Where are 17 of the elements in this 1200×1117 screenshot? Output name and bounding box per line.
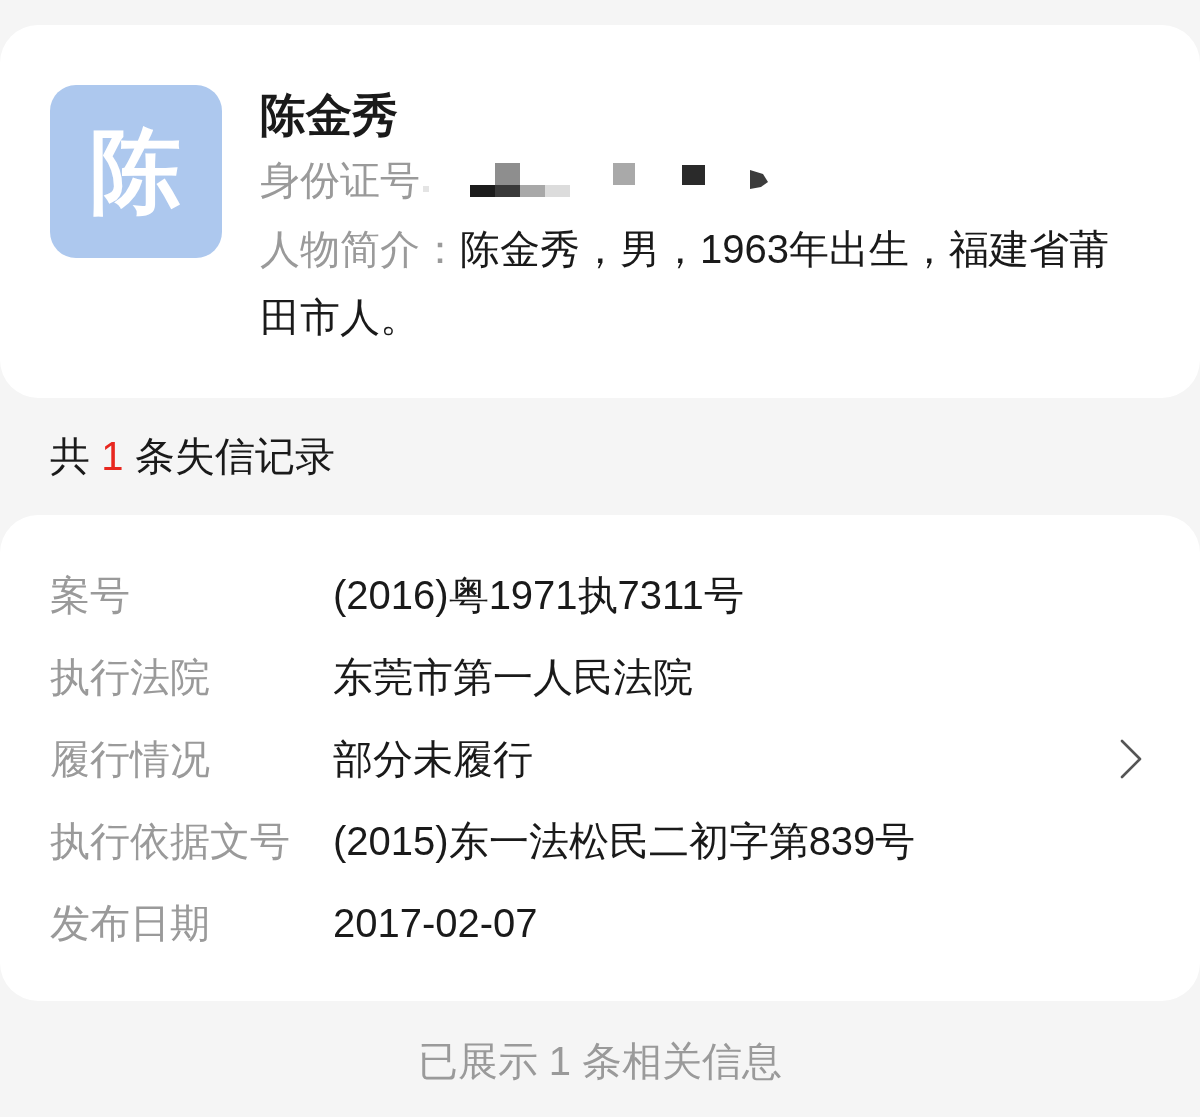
field-label: 执行依据文号	[50, 817, 291, 865]
shown-count-text: 已展示 1 条相关信息	[417, 1039, 783, 1083]
field-value: 2017-02-07	[333, 900, 539, 946]
field-label: 履行情况	[50, 735, 211, 783]
field-value: 部分未履行	[333, 735, 534, 783]
avatar: 陈	[50, 85, 222, 258]
field-value: 东莞市第一人民法院	[333, 653, 694, 701]
chevron-right-icon[interactable]	[1120, 739, 1142, 779]
id-number-label: 身份证号	[260, 157, 420, 204]
field-label: 案号	[50, 571, 131, 619]
field-label: 发布日期	[50, 899, 211, 947]
field-value: (2016)粤1971执7311号	[333, 571, 745, 619]
person-intro: 人物简介：陈金秀，男，1963年出生，福建省莆田市人。	[260, 226, 1110, 341]
person-name: 陈金秀	[260, 88, 399, 143]
record-count-heading: 共 1 条失信记录	[50, 433, 336, 480]
field-label: 执行法院	[50, 653, 211, 701]
field-value: (2015)东一法松民二初字第839号	[333, 817, 917, 865]
